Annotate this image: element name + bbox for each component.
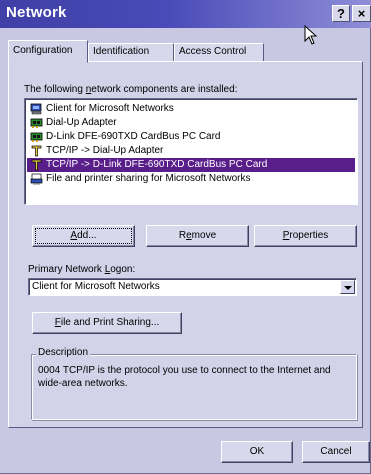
list-item[interactable]: Dial-Up Adapter xyxy=(27,116,355,130)
title-bar[interactable]: Network ? × xyxy=(0,0,371,28)
list-item[interactable]: D-Link DFE-690TXD CardBus PC Card xyxy=(27,130,355,144)
tab-access-control[interactable]: Access Control xyxy=(174,43,264,62)
file-sharing-icon xyxy=(30,173,43,185)
add-button[interactable]: Add... xyxy=(32,225,135,247)
network-components-list[interactable]: Client for Microsoft Networks Dial-Up Ad… xyxy=(24,98,358,205)
tab-configuration[interactable]: Configuration xyxy=(8,40,88,63)
primary-logon-value: Client for Microsoft Networks xyxy=(32,281,160,292)
chevron-down-icon[interactable] xyxy=(340,280,355,294)
file-print-sharing-button[interactable]: File and Print Sharing... xyxy=(32,312,182,334)
network-dialog: Network ? × Configuration Identification… xyxy=(0,0,371,474)
list-item-selected[interactable]: TCP/IP -> D-Link DFE-690TXD CardBus PC C… xyxy=(27,158,355,172)
client-network-icon xyxy=(30,103,42,115)
list-item[interactable]: Client for Microsoft Networks xyxy=(27,102,355,116)
adapter-icon xyxy=(30,118,43,128)
adapter-icon xyxy=(30,132,43,142)
primary-logon-label: Primary Network Logon: xyxy=(28,264,136,275)
cancel-button[interactable]: Cancel xyxy=(302,441,370,463)
close-button[interactable]: × xyxy=(352,5,371,22)
properties-button[interactable]: Properties xyxy=(254,225,357,247)
tab-identification[interactable]: Identification xyxy=(88,43,174,62)
components-label: The following network components are ins… xyxy=(24,84,238,95)
primary-logon-select[interactable]: Client for Microsoft Networks xyxy=(28,278,357,296)
list-item[interactable]: File and printer sharing for Microsoft N… xyxy=(27,172,355,186)
protocol-icon xyxy=(31,145,42,157)
protocol-icon xyxy=(31,159,42,171)
description-text: 0004 TCP/IP is the protocol you use to c… xyxy=(38,365,331,389)
help-button[interactable]: ? xyxy=(332,5,350,22)
ok-button[interactable]: OK xyxy=(221,441,293,463)
description-legend: Description xyxy=(36,347,91,358)
mouse-cursor-icon xyxy=(304,25,318,45)
remove-button[interactable]: Remove xyxy=(146,225,249,247)
window-title: Network xyxy=(6,4,67,21)
list-item[interactable]: TCP/IP -> Dial-Up Adapter xyxy=(27,144,355,158)
